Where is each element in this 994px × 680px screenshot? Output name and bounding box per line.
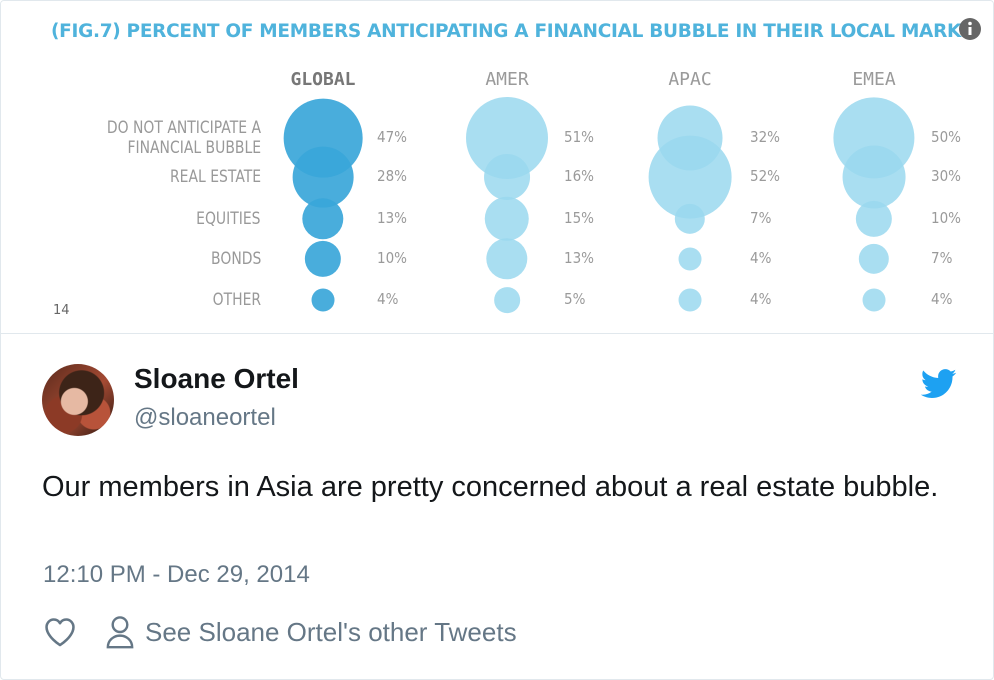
author-handle[interactable]: @sloaneortel: [134, 404, 276, 432]
bubble-amer: [484, 196, 530, 242]
bubble-emea: [842, 145, 906, 209]
percent-label: 4%: [750, 290, 772, 308]
bubble-global: [311, 288, 335, 312]
region-header-global: GLOBAL: [290, 69, 356, 90]
percent-label: 47%: [377, 128, 408, 146]
bubble-global: [302, 198, 344, 240]
bubble-amer: [486, 238, 528, 280]
tweet-media-figure[interactable]: (FIG.7) PERCENT OF MEMBERS ANTICIPATING …: [1, 1, 993, 334]
bubble-apac: [678, 247, 702, 271]
percent-label: 4%: [931, 290, 953, 308]
bubble-emea: [855, 200, 893, 238]
bubble-emea: [858, 243, 890, 275]
row-label: DO NOT ANTICIPATE A FINANCIAL BUBBLE: [106, 118, 261, 158]
row-label: EQUITIES: [196, 209, 261, 229]
tweet-card: (FIG.7) PERCENT OF MEMBERS ANTICIPATING …: [0, 0, 994, 680]
tweet-timestamp[interactable]: 12:10 PM - Dec 29, 2014: [43, 561, 310, 589]
bubble-global: [304, 240, 342, 278]
see-other-tweets-label: See Sloane Ortel's other Tweets: [145, 616, 517, 647]
percent-label: 4%: [377, 290, 399, 308]
twitter-bird-icon[interactable]: [921, 369, 957, 399]
percent-label: 15%: [564, 209, 595, 227]
percent-label: 4%: [750, 249, 772, 267]
page-number: 14: [53, 303, 70, 318]
bubble-apac: [674, 203, 706, 235]
bubble-emea: [862, 288, 886, 312]
row-label: OTHER: [212, 290, 261, 310]
region-header-apac: APAC: [668, 69, 712, 90]
info-icon[interactable]: [958, 17, 982, 41]
percent-label: 51%: [564, 128, 595, 146]
row-label: REAL ESTATE: [169, 167, 261, 187]
percent-label: 10%: [931, 209, 962, 227]
region-header-emea: EMEA: [852, 69, 896, 90]
person-icon: [106, 616, 134, 649]
percent-label: 13%: [564, 249, 595, 267]
percent-label: 7%: [931, 249, 953, 267]
percent-label: 30%: [931, 167, 962, 185]
percent-label: 32%: [750, 128, 781, 146]
figure-title: (FIG.7) PERCENT OF MEMBERS ANTICIPATING …: [51, 21, 971, 42]
heart-icon[interactable]: [43, 615, 77, 649]
tweet-text: Our members in Asia are pretty concerned…: [42, 471, 939, 503]
percent-label: 13%: [377, 209, 408, 227]
row-label: BONDS: [210, 249, 261, 269]
see-other-tweets-link[interactable]: See Sloane Ortel's other Tweets: [105, 613, 517, 651]
percent-label: 28%: [377, 167, 408, 185]
avatar[interactable]: [42, 364, 114, 436]
percent-label: 10%: [377, 249, 408, 267]
bubble-amer: [494, 287, 520, 313]
percent-label: 16%: [564, 167, 595, 185]
percent-label: 52%: [750, 167, 781, 185]
bubble-apac: [678, 288, 702, 312]
bubble-amer: [484, 154, 530, 200]
region-header-amer: AMER: [485, 69, 529, 90]
percent-label: 50%: [931, 128, 962, 146]
percent-label: 7%: [750, 209, 772, 227]
percent-label: 5%: [564, 290, 586, 308]
author-name[interactable]: Sloane Ortel: [134, 363, 299, 395]
